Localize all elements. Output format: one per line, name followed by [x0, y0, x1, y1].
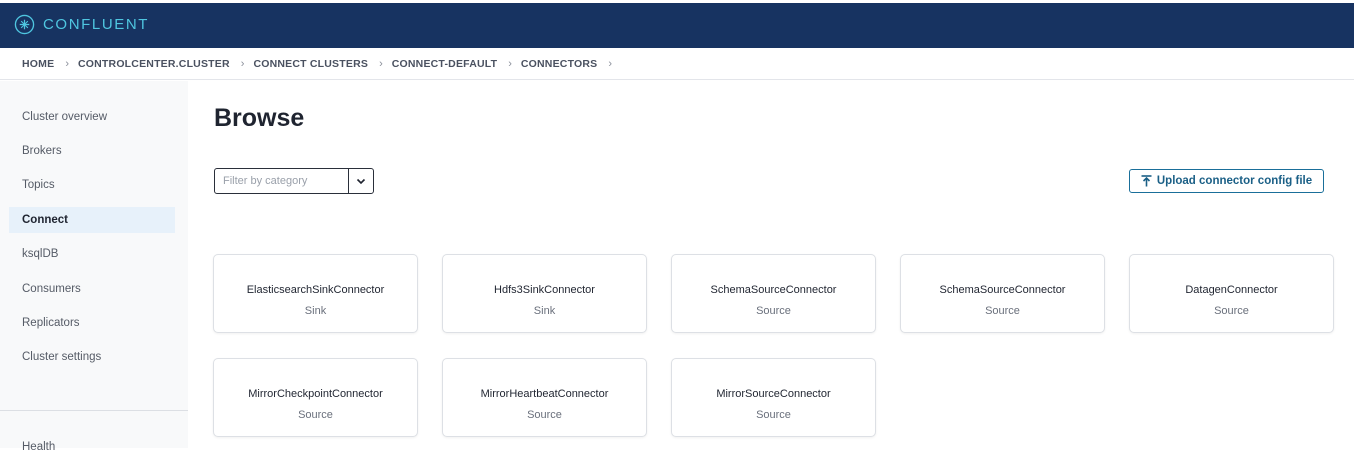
brand-name: CONFLUENT [43, 16, 150, 33]
category-filter [214, 168, 374, 194]
connector-type: Source [527, 409, 562, 421]
connector-type: Source [985, 305, 1020, 317]
sidebar-item-topics[interactable]: Topics [9, 172, 175, 198]
chevron-right-icon: › [379, 57, 383, 70]
connector-name: SchemaSourceConnector [939, 284, 1066, 296]
connector-name: MirrorSourceConnector [716, 388, 831, 400]
upload-connector-config-button[interactable]: Upload connector config file [1129, 169, 1324, 193]
sidebar-item-connect[interactable]: Connect [9, 207, 175, 233]
connector-card[interactable]: ElasticsearchSinkConnector Sink [213, 254, 418, 333]
breadcrumb-home[interactable]: HOME [22, 58, 54, 70]
sidebar-item-brokers[interactable]: Brokers [9, 138, 175, 164]
filter-dropdown-button[interactable] [348, 169, 373, 193]
breadcrumb-cluster[interactable]: CONTROLCENTER.CLUSTER [78, 58, 230, 70]
sidebar-item-cluster-settings[interactable]: Cluster settings [9, 344, 175, 370]
connector-card[interactable]: Hdfs3SinkConnector Sink [442, 254, 647, 333]
connector-card[interactable]: MirrorCheckpointConnector Source [213, 358, 418, 437]
connector-type: Source [1214, 305, 1249, 317]
connector-name: DatagenConnector [1185, 284, 1278, 296]
upload-button-label: Upload connector config file [1156, 175, 1313, 187]
breadcrumb-connect-clusters[interactable]: CONNECT CLUSTERS [253, 58, 368, 70]
filter-category-input[interactable] [215, 169, 348, 193]
chevron-right-icon: › [508, 57, 512, 70]
sidebar: Cluster overview Brokers Topics Connect … [0, 81, 188, 453]
sidebar-item-ksqldb[interactable]: ksqlDB [9, 241, 175, 267]
connector-card[interactable]: MirrorHeartbeatConnector Source [442, 358, 647, 437]
connector-name: MirrorHeartbeatConnector [480, 388, 609, 400]
sidebar-item-cluster-overview[interactable]: Cluster overview [9, 104, 175, 130]
connector-card[interactable]: SchemaSourceConnector Source [900, 254, 1105, 333]
connector-type: Source [756, 305, 791, 317]
sidebar-item-replicators[interactable]: Replicators [9, 310, 175, 336]
connector-card[interactable]: DatagenConnector Source [1129, 254, 1334, 333]
connector-name: SchemaSourceConnector [710, 284, 837, 296]
chevron-down-icon [356, 178, 366, 184]
connector-type: Source [756, 409, 791, 421]
chevron-right-icon: › [608, 57, 613, 70]
chevron-right-icon: › [240, 57, 245, 70]
sidebar-item-consumers[interactable]: Consumers [9, 276, 175, 302]
sidebar-item-health[interactable]: Health [22, 441, 55, 453]
top-header: CONFLUENT [0, 0, 1354, 48]
breadcrumb-connect-default[interactable]: CONNECT-DEFAULT [392, 58, 497, 70]
connector-type: Sink [533, 305, 556, 317]
brand-logo[interactable]: CONFLUENT [14, 14, 149, 35]
connector-type: Sink [304, 305, 327, 317]
upload-icon [1141, 175, 1152, 187]
sidebar-divider [0, 410, 188, 411]
breadcrumb-connectors[interactable]: CONNECTORS [521, 58, 597, 70]
confluent-logo-icon [14, 14, 35, 35]
chevron-right-icon: › [65, 57, 69, 70]
connector-name: MirrorCheckpointConnector [248, 388, 383, 400]
connector-card[interactable]: SchemaSourceConnector Source [671, 254, 876, 333]
connector-card[interactable]: MirrorSourceConnector Source [671, 358, 876, 437]
connector-type: Source [298, 409, 333, 421]
connector-name: Hdfs3SinkConnector [494, 284, 595, 296]
connector-name: ElasticsearchSinkConnector [246, 284, 385, 296]
page-title: Browse [214, 104, 305, 132]
breadcrumb: HOME › CONTROLCENTER.CLUSTER › CONNECT C… [0, 48, 1354, 80]
